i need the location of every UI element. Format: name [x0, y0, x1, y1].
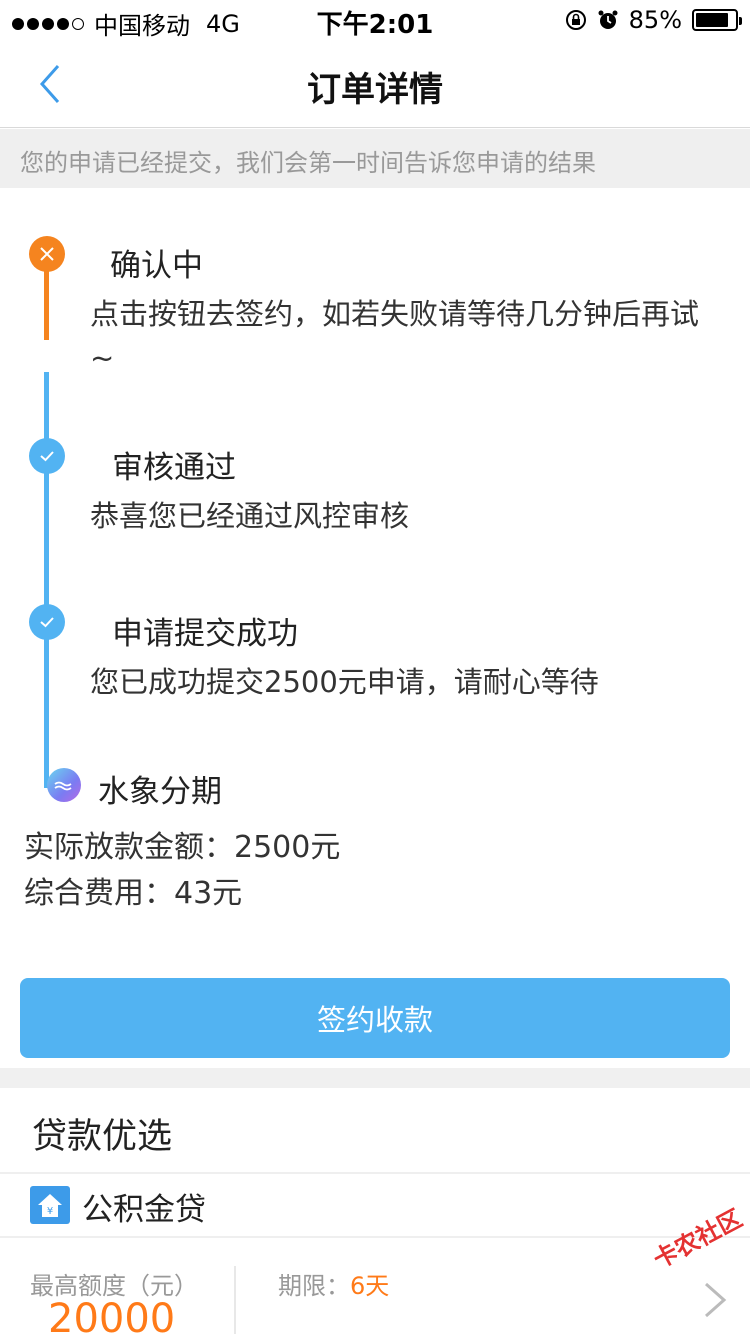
- section-title: 贷款优选: [32, 1117, 173, 1157]
- battery-percent: 85%: [628, 6, 682, 34]
- timeline-step-desc-line: 点击按钮去签约，如若失败请等待几分钟后再试: [90, 297, 700, 331]
- nav-bar: 订单详情: [0, 40, 750, 128]
- timeline-step-desc: 恭喜您已经通过风控审核: [90, 499, 410, 533]
- status-right: 85%: [565, 6, 742, 34]
- max-amount-value: 20000: [48, 1296, 176, 1334]
- vertical-divider: [234, 1266, 236, 1334]
- timeline-line-blue: [44, 372, 49, 788]
- loan-amount: 实际放款金额：2500元: [24, 830, 341, 865]
- chevron-right-icon[interactable]: [700, 1280, 730, 1320]
- divider: [0, 1236, 750, 1238]
- page-title: 订单详情: [307, 70, 443, 110]
- status-bar: 中国移动 4G 下午2:01 85%: [0, 0, 750, 40]
- status-check-icon: [29, 604, 65, 640]
- timeline-step-title: 审核通过: [112, 450, 236, 486]
- house-icon: ¥: [30, 1186, 70, 1224]
- timeline-step-desc: 点击按钮去签约，如若失败请等待几分钟后再试 ~: [90, 292, 730, 380]
- product-name: 水象分期: [98, 774, 222, 810]
- watermark-logo: 卡农社区: [648, 1204, 747, 1275]
- timeline-step-title: 申请提交成功: [112, 616, 298, 652]
- total-fee: 综合费用：43元: [24, 876, 243, 911]
- status-pending-icon: [29, 236, 65, 272]
- product-logo-icon: [47, 768, 81, 802]
- rotation-lock-icon: [565, 9, 587, 31]
- term-value: 6天: [350, 1272, 390, 1300]
- timeline-step-title: 确认中: [110, 248, 203, 284]
- alarm-icon: [597, 9, 619, 31]
- term-label: 期限：: [278, 1272, 350, 1300]
- timeline-step-desc: 您已成功提交2500元申请，请耐心等待: [90, 665, 599, 699]
- section-divider-band: [0, 1068, 750, 1088]
- submission-notice: 您的申请已经提交，我们会第一时间告诉您申请的结果: [0, 129, 750, 188]
- loan-product-name[interactable]: 公积金贷: [82, 1184, 206, 1229]
- timeline-step-desc-line: ~: [90, 341, 115, 375]
- status-check-icon: [29, 438, 65, 474]
- svg-text:¥: ¥: [47, 1206, 53, 1217]
- divider: [0, 1172, 750, 1174]
- sign-and-receive-button[interactable]: 签约收款: [20, 978, 730, 1058]
- battery-icon: [692, 9, 742, 31]
